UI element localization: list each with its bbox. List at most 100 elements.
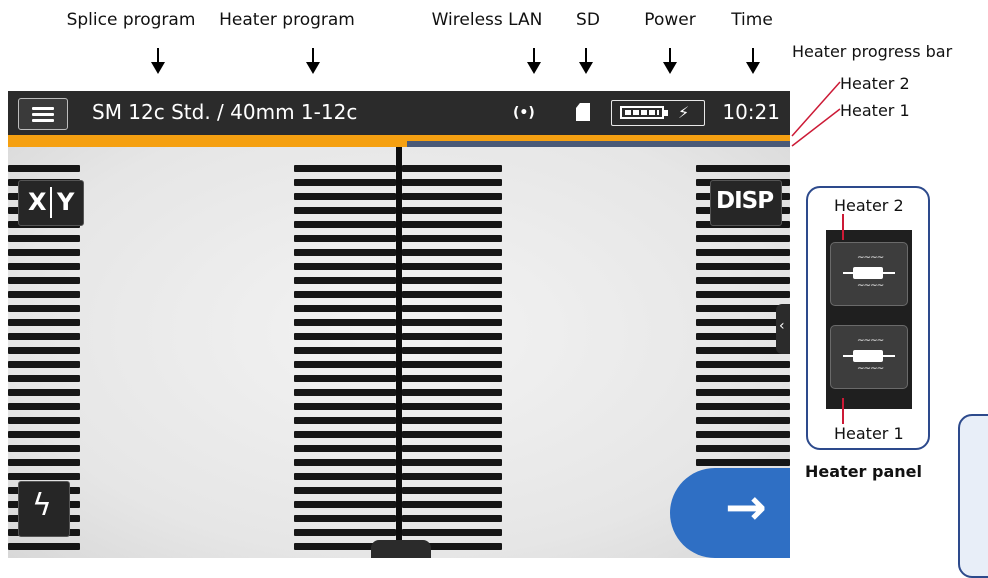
heater-panel-label-top: Heater 2 [834,196,904,215]
fiber-stripe [8,417,80,424]
fiber-sleeve-icon [853,350,883,362]
callout-power: Power [644,10,696,30]
fiber-stripe [696,459,790,466]
fiber-stripe [696,235,790,242]
fiber-stripe [402,207,502,214]
fiber-stripe [8,277,80,284]
down-arrow-icon [746,48,760,74]
fiber-stripe [294,375,396,382]
fiber-stripe [294,389,396,396]
fiber-stripe [8,263,80,270]
fiber-stripe [402,361,502,368]
fiber-stripe [294,249,396,256]
fiber-stripe [696,445,790,452]
fiber-stripe [696,291,790,298]
fiber-stripe [294,263,396,270]
fiber-stripe [294,487,396,494]
fiber-stripe [402,375,502,382]
clock: 10:21 [722,100,780,124]
fiber-stripe [294,165,396,172]
fiber-stripe [294,417,396,424]
fiber-stripe [402,319,502,326]
fiber-stripe [8,445,80,452]
fiber-stripe [294,459,396,466]
fiber-stripe [294,333,396,340]
callout-wireless-lan: Wireless LAN [431,10,543,30]
chevron-left-icon: ‹ [779,318,785,334]
fiber-stripe [294,347,396,354]
bottom-panel-tab[interactable] [371,540,431,558]
display-button[interactable]: DISP [710,180,782,226]
xy-view-button[interactable]: X Y [18,180,84,226]
callout-sd: SD [576,10,600,30]
fiber-stripe [402,487,502,494]
center-reference-line [396,147,402,558]
fiber-stripe [402,501,502,508]
fiber-stripe [8,165,80,172]
callout-heater-progress-bar: Heater progress bar [792,42,953,61]
fiber-stripe [8,543,80,550]
next-button[interactable]: → [670,468,790,558]
fiber-stripe [8,361,80,368]
fiber-stripe [696,403,790,410]
fiber-stripe [294,221,396,228]
fiber-stripe [294,235,396,242]
fiber-stripe [294,529,396,536]
fiber-stripe [294,319,396,326]
title-bar: SM 12c Std. / 40mm 1-12c (•) ⚡︎ 10:21 [8,91,790,135]
charging-bolt-icon: ⚡︎ [678,103,690,122]
heater-1-button[interactable]: ~~~~ ~~~~ [830,325,908,389]
heater-panel-tab[interactable]: ‹ [776,304,790,354]
fiber-stripe [696,277,790,284]
wireless-lan-icon: (•) [513,105,535,121]
fiber-sleeve-icon [853,267,883,279]
fiber-stripe [294,473,396,480]
fiber-stripe [402,529,502,536]
heater-2-button[interactable]: ~~~~ ~~~~ [830,242,908,306]
fiber-stripe [8,459,80,466]
down-arrow-icon [306,48,320,74]
fiber-stripe [402,347,502,354]
fiber-stripe [294,361,396,368]
down-arrow-icon [527,48,541,74]
callout-heater-program: Heater program [219,10,355,30]
fiber-stripe [696,431,790,438]
callout-heater-2: Heater 2 [840,74,910,93]
fiber-stripe [8,473,80,480]
program-title[interactable]: SM 12c Std. / 40mm 1-12c [92,100,357,124]
fiber-stripe [696,249,790,256]
fiber-stripe [402,305,502,312]
down-arrow-icon [151,48,165,74]
fiber-stripe [8,249,80,256]
fiber-stripe [294,291,396,298]
fiber-stripe [402,193,502,200]
fiber-stripe [402,417,502,424]
menu-button[interactable] [18,98,68,130]
fiber-stripe [402,291,502,298]
fiber-stripe [294,445,396,452]
fiber-stripe [696,417,790,424]
heater-panel-title: Heater panel [805,462,922,481]
leader-line-heater-2 [842,214,844,240]
fiber-stripe [8,235,80,242]
fiber-stripe [294,403,396,410]
arc-button[interactable]: ϟ [18,481,70,537]
fiber-stripe [696,389,790,396]
fiber-stripe [402,235,502,242]
leader-line-heater-1 [842,398,844,424]
fiber-stripe [402,389,502,396]
fiber-stripe [402,459,502,466]
fiber-stripe [294,515,396,522]
fiber-stripe [696,361,790,368]
fiber-stripe [8,291,80,298]
fiber-stripe [8,347,80,354]
fiber-stripe [696,165,790,172]
fiber-stripe [402,165,502,172]
fiber-stripe [294,193,396,200]
heat-wave-icon: ~~~~ [857,336,884,346]
heater-panel-label-bottom: Heater 1 [834,424,904,443]
heat-wave-icon: ~~~~ [857,253,884,263]
fiber-stripe [8,305,80,312]
fiber-stripe [402,263,502,270]
fiber-stripe [402,333,502,340]
